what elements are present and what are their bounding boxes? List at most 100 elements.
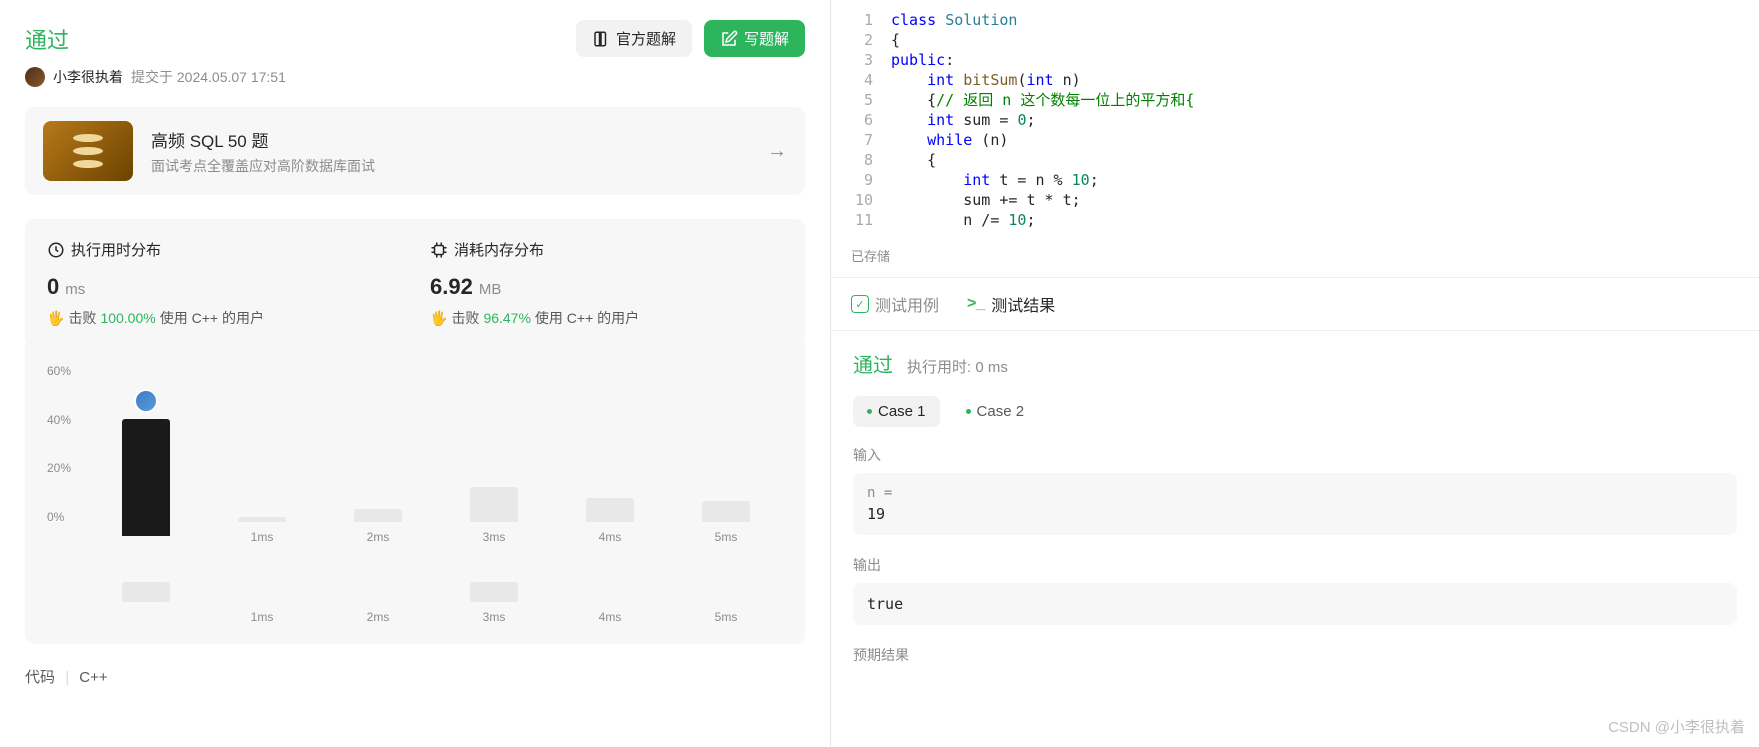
official-solution-label: 官方题解: [616, 28, 676, 49]
status-dot-icon: [966, 409, 971, 414]
memory-beat: 🖐 击败 96.47% 使用 C++ 的用户: [430, 308, 783, 328]
user-marker-avatar: [134, 389, 158, 413]
mini-bar: [354, 582, 402, 602]
beat-label: 击败: [451, 308, 479, 328]
code-line[interactable]: 5 {// 返回 n 这个数每一位上的平方和{: [851, 90, 1759, 110]
code-line[interactable]: 4 int bitSum(int n): [851, 70, 1759, 90]
username[interactable]: 小李很执着: [53, 67, 123, 87]
promo-icon: [43, 121, 133, 181]
chart: 60% 40% 20% 0% 1ms 2ms 3ms4ms5ms: [47, 364, 783, 564]
bar-column[interactable]: 5ms: [669, 501, 783, 544]
chart-area: 1ms 2ms 3ms4ms5ms: [89, 364, 783, 544]
memory-header-text: 消耗内存分布: [454, 239, 544, 260]
bar-column[interactable]: [89, 419, 203, 544]
memory-value: 6.92: [430, 274, 473, 300]
tab-testcases[interactable]: ✓ 测试用例: [851, 292, 939, 316]
mini-bar-column[interactable]: [89, 582, 203, 624]
bar-column[interactable]: 2ms: [321, 509, 435, 544]
user-avatar[interactable]: [25, 67, 45, 87]
promo-text: 高频 SQL 50 题 面试考点全覆盖应对高阶数据库面试: [151, 127, 375, 176]
watermark: CSDN @小李很执着: [1608, 716, 1745, 737]
mini-bar-column[interactable]: 3ms: [437, 582, 551, 624]
bar-column[interactable]: 1ms: [205, 517, 319, 544]
status-accepted: 通过: [25, 23, 69, 55]
case-tabs: Case 1 Case 2: [853, 396, 1737, 427]
code-line[interactable]: 6 int sum = 0;: [851, 110, 1759, 130]
memory-beat-pct: 96.47%: [483, 310, 530, 326]
code-content[interactable]: int sum = 0;: [891, 110, 1036, 130]
chip-icon: [430, 241, 448, 259]
code-content[interactable]: sum += t * t;: [891, 190, 1081, 210]
code-line[interactable]: 10 sum += t * t;: [851, 190, 1759, 210]
y-tick: 20%: [47, 461, 71, 475]
y-tick: 40%: [47, 413, 71, 427]
code-line[interactable]: 7 while (n): [851, 130, 1759, 150]
code-content[interactable]: int t = n % 10;: [891, 170, 1099, 190]
mini-bar: [470, 582, 518, 602]
code-line[interactable]: 3public:: [851, 50, 1759, 70]
official-solution-button[interactable]: 官方题解: [576, 20, 692, 57]
y-tick: 0%: [47, 510, 71, 524]
status-row: 通过 官方题解 写题解: [25, 20, 805, 57]
memory-header: 消耗内存分布: [430, 239, 783, 260]
code-content[interactable]: {// 返回 n 这个数每一位上的平方和{: [891, 90, 1194, 110]
code-line[interactable]: 2{: [851, 30, 1759, 50]
code-content[interactable]: public:: [891, 50, 954, 70]
result-runtime: 执行用时: 0 ms: [907, 356, 1008, 377]
x-label: 2ms: [367, 530, 390, 544]
bar: [122, 419, 170, 536]
input-box[interactable]: n = 19: [853, 473, 1737, 535]
mini-bar-column[interactable]: 5ms: [669, 582, 783, 624]
line-number: 7: [851, 130, 891, 150]
code-content[interactable]: {: [891, 150, 936, 170]
mini-bar-column[interactable]: 4ms: [553, 582, 667, 624]
code-content[interactable]: while (n): [891, 130, 1008, 150]
clock-icon: [47, 241, 65, 259]
runtime-beat-pct: 100.00%: [100, 310, 155, 326]
mini-bar: [238, 582, 286, 602]
status-buttons: 官方题解 写题解: [576, 20, 805, 57]
code-line[interactable]: 8 {: [851, 150, 1759, 170]
book-icon: [592, 30, 610, 48]
mini-bar-column[interactable]: 1ms: [205, 582, 319, 624]
terminal-icon: >_: [967, 295, 985, 313]
case-1-tab[interactable]: Case 1: [853, 396, 940, 427]
code-content[interactable]: n /= 10;: [891, 210, 1036, 230]
bar: [586, 498, 634, 522]
code-label: 代码: [25, 669, 55, 686]
mini-bar-column[interactable]: 2ms: [321, 582, 435, 624]
code-content[interactable]: {: [891, 30, 900, 50]
runtime-beat: 🖐 击败 100.00% 使用 C++ 的用户: [47, 308, 400, 328]
hand-icon: 🖐: [47, 310, 64, 327]
bar: [238, 517, 286, 522]
code-content[interactable]: int bitSum(int n): [891, 70, 1081, 90]
code-content[interactable]: class Solution: [891, 10, 1017, 30]
code-line[interactable]: 9 int t = n % 10;: [851, 170, 1759, 190]
submit-time: 提交于 2024.05.07 17:51: [131, 67, 286, 87]
runtime-unit: ms: [65, 281, 85, 298]
line-number: 11: [851, 210, 891, 230]
mini-bar: [122, 582, 170, 602]
tab-results[interactable]: >_ 测试结果: [967, 292, 1055, 316]
y-axis: 60% 40% 20% 0%: [47, 364, 71, 524]
bar-column[interactable]: 4ms: [553, 498, 667, 544]
bar: [702, 501, 750, 522]
promo-card[interactable]: 高频 SQL 50 题 面试考点全覆盖应对高阶数据库面试 →: [25, 107, 805, 195]
database-icon: [73, 134, 103, 168]
line-number: 1: [851, 10, 891, 30]
submit-info: 小李很执着 提交于 2024.05.07 17:51: [25, 67, 805, 87]
y-tick: 60%: [47, 364, 71, 378]
write-solution-button[interactable]: 写题解: [704, 20, 805, 57]
divider: |: [65, 669, 69, 686]
bar-column[interactable]: 3ms: [437, 487, 551, 544]
code-line[interactable]: 1class Solution: [851, 10, 1759, 30]
result-status: 通过 执行用时: 0 ms: [853, 349, 1737, 378]
code-editor[interactable]: 1class Solution2{3public:4 int bitSum(in…: [831, 0, 1759, 240]
runtime-value-row: 0 ms: [47, 274, 400, 300]
mini-x-label: 3ms: [483, 610, 506, 624]
code-line[interactable]: 11 n /= 10;: [851, 210, 1759, 230]
line-number: 3: [851, 50, 891, 70]
runtime-header-text: 执行用时分布: [71, 239, 161, 260]
case-2-tab[interactable]: Case 2: [952, 396, 1039, 427]
tab-results-label: 测试结果: [991, 292, 1055, 316]
